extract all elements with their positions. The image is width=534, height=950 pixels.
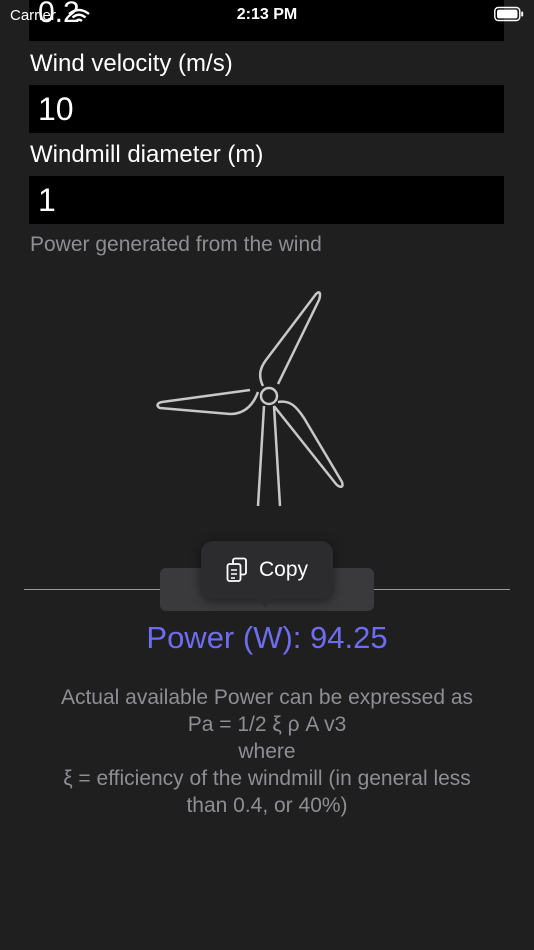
copy-icon — [226, 557, 247, 582]
copy-label[interactable]: Copy — [259, 558, 308, 582]
explanation-text: Actual available Power can be expressed … — [0, 684, 534, 819]
windmill-diameter-label: Windmill diameter (m) — [30, 141, 264, 168]
explanation-line: ξ = efficiency of the windmill (in gener… — [63, 767, 471, 790]
power-result: Power (W): 94.25 — [146, 620, 388, 655]
section-caption: Power generated from the wind — [30, 233, 322, 256]
battery-icon — [494, 6, 524, 22]
windmill-icon — [156, 291, 344, 507]
divider-right — [372, 589, 510, 590]
windmill-diameter-input[interactable]: 1 — [29, 176, 504, 224]
copy-menu-arrow — [256, 598, 274, 607]
wind-velocity-label: Wind velocity (m/s) — [30, 50, 233, 77]
explanation-line: Actual available Power can be expressed … — [60, 686, 474, 709]
divider-left — [24, 589, 162, 590]
explanation-line: Pa = 1/2 ξ ρ A v3 — [187, 713, 347, 736]
copy-menu[interactable]: Copy — [201, 541, 333, 607]
wind-velocity-input[interactable]: 10 — [29, 85, 504, 133]
status-time: 2:13 PM — [236, 6, 298, 23]
status-bar: Carrier 2:13 PM — [0, 0, 534, 30]
explanation-line: than 0.4, or 40%) — [186, 794, 348, 817]
explanation-line: where — [238, 740, 296, 763]
